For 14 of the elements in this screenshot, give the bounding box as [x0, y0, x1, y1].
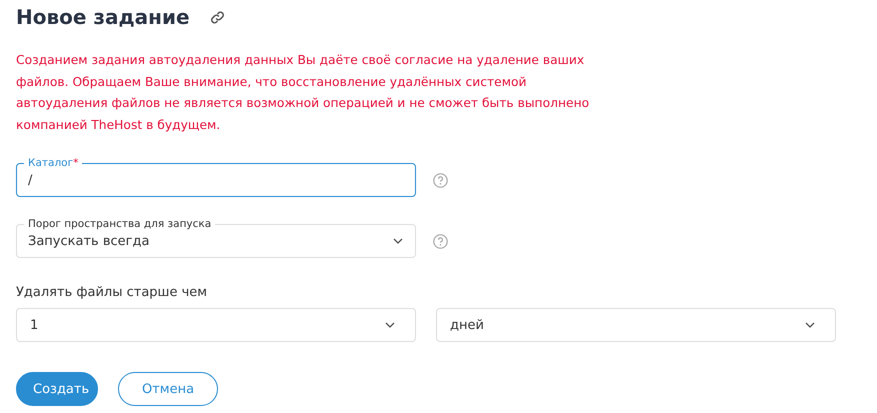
create-button[interactable]: Создать [16, 372, 98, 406]
link-icon[interactable] [210, 10, 225, 24]
field-label: Порог пространства для запуска [24, 217, 216, 231]
chevron-down-icon [805, 322, 815, 328]
chevron-down-icon [385, 322, 395, 328]
warning-text: Созданием задания автоудаления данных Вы даёте своё согласие на удаление ваших файлов. Обращаем Ваше внимание, что восстановление удалённых системой автоудаления файлов не является возможной операцией и не сможет быть выполнено компанией TheHost в будущем. [16, 52, 590, 134]
select-field[interactable]: 1 [16, 308, 416, 342]
help-icon[interactable] [433, 172, 448, 188]
chevron-down-icon [393, 238, 403, 244]
select-field[interactable]: дней [436, 308, 836, 342]
cancel-button[interactable]: Отмена [118, 372, 218, 406]
page-title: Новое задание [16, 5, 190, 29]
help-icon[interactable] [433, 234, 448, 248]
field-label: Удалять файлы старше чем [16, 285, 208, 300]
